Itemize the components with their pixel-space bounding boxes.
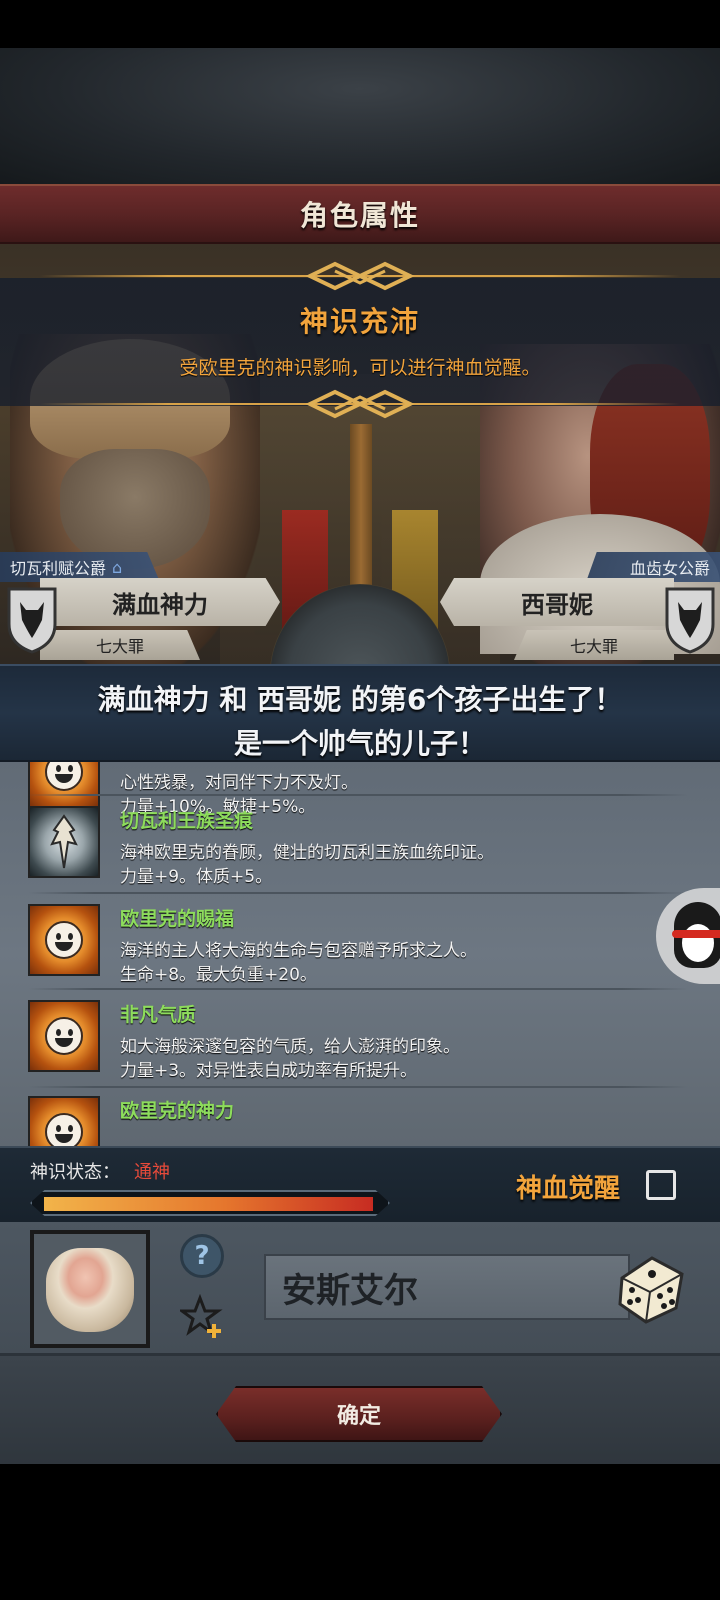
trait-description: 如大海般深邃包容的气质，给人澎湃的印象。 — [120, 1037, 460, 1057]
trait-description: 心性残暴，对同伴下力不及灯。 — [120, 773, 358, 793]
birth-message-line2: 是一个帅气的儿子！ — [233, 727, 486, 760]
child-portrait-frame — [30, 1230, 150, 1348]
father-house: 七大罪 — [95, 637, 144, 656]
house-icon: ⌂ — [112, 557, 123, 577]
trait-stats: 生命+8。最大负重+20。 — [120, 965, 317, 985]
trait-item[interactable]: 欧里克的赐福 海洋的主人将大海的生命与包容赠予所求之人。 生命+8。最大负重+2… — [28, 896, 688, 992]
ornament-bottom — [0, 384, 720, 424]
knot-ornament-icon — [305, 261, 415, 291]
sun-face-icon — [28, 1096, 100, 1146]
trait-stats: 力量+3。对异性表白成功率有所提升。 — [120, 1061, 418, 1081]
trait-item[interactable]: 切瓦利王族圣痕 海神欧里克的眷顾，健壮的切瓦利王族血统印证。 力量+9。体质+5… — [28, 798, 688, 894]
baby-portrait — [46, 1248, 134, 1332]
divine-status-label: 神识状态： — [30, 1162, 120, 1183]
father-name: 满血神力 — [112, 590, 208, 619]
status-bar — [0, 0, 720, 48]
event-title: 神识充沛 — [299, 305, 420, 338]
birth-message-line1: 满血神力 和 西哥妮 的第6个孩子出生了！ — [97, 683, 623, 716]
royal-mark-icon — [28, 806, 100, 878]
trait-name: 非凡气质 — [120, 1004, 197, 1026]
divine-status-value: 通神 — [134, 1162, 170, 1183]
trait-list[interactable]: 心性残暴，对同伴下力不及灯。 力量+10%。敏捷+5%。 切瓦利王族圣痕 海神欧… — [0, 762, 720, 1146]
penguin-scarf — [672, 930, 720, 938]
ornament-top — [0, 256, 720, 296]
star-plus-icon[interactable] — [180, 1294, 226, 1340]
wolf-crest-icon — [7, 587, 57, 654]
random-name-dice-icon[interactable] — [614, 1252, 688, 1326]
knot-ornament-icon — [305, 389, 415, 419]
divine-status-panel: 神识状态： 通神 神血觉醒 — [0, 1146, 720, 1222]
awaken-checkbox[interactable] — [646, 1170, 676, 1200]
bottom-area: 确定 — [0, 1356, 720, 1464]
divine-progress-fill — [44, 1197, 373, 1211]
trait-name: 欧里克的赐福 — [120, 908, 235, 930]
divine-progress-bar — [30, 1190, 390, 1216]
background-top — [0, 48, 720, 184]
mother-name: 西哥妮 — [521, 590, 593, 619]
sun-face-icon — [28, 904, 100, 976]
wolf-crest-icon — [665, 587, 715, 654]
father-house-plate: 七大罪 — [40, 630, 200, 660]
sun-face-icon — [28, 1000, 100, 1072]
mother-house-plate: 七大罪 — [514, 630, 674, 660]
father-name-plate: 满血神力 — [40, 578, 280, 626]
mother-name-plate: 西哥妮 — [440, 578, 674, 626]
divider — [28, 892, 688, 894]
divider — [28, 988, 688, 990]
child-panel: ? 安斯艾尔 — [0, 1222, 720, 1356]
mother-house: 七大罪 — [569, 637, 618, 656]
awaken-label: 神血觉醒 — [516, 1174, 621, 1204]
child-name-input[interactable]: 安斯艾尔 — [264, 1254, 630, 1320]
mother-title-badge: 血齿女公爵 — [586, 552, 720, 582]
mother-title: 血齿女公爵 — [629, 559, 710, 578]
father-title-badge: 切瓦利赋公爵 ⌂ — [0, 552, 160, 582]
trait-description: 海洋的主人将大海的生命与包容赠予所求之人。 — [120, 941, 477, 961]
trait-item[interactable]: 欧里克的神力 — [28, 1088, 688, 1146]
divider — [28, 794, 688, 796]
confirm-button[interactable]: 确定 — [216, 1386, 502, 1442]
trait-item[interactable]: 非凡气质 如大海般深邃包容的气质，给人澎湃的印象。 力量+3。对异性表白成功率有… — [28, 992, 688, 1088]
birth-message-banner: 满血神力 和 西哥妮 的第6个孩子出生了！ 是一个帅气的儿子！ — [0, 664, 720, 762]
page-title: 角色属性 — [299, 199, 420, 232]
trait-stats: 力量+9。体质+5。 — [120, 867, 273, 887]
event-description: 受欧里克的神识影响，可以进行神血觉醒。 — [179, 357, 541, 379]
trait-name: 切瓦利王族圣痕 — [120, 810, 254, 832]
trait-description: 海神欧里克的眷顾，健壮的切瓦利王族血统印证。 — [120, 843, 494, 863]
bottom-black-area — [0, 1464, 720, 1600]
father-title: 切瓦利赋公爵 — [10, 559, 107, 578]
trait-name: 欧里克的神力 — [120, 1100, 235, 1122]
help-icon[interactable]: ? — [180, 1234, 224, 1278]
title-bar: 角色属性 — [0, 184, 720, 244]
father-beard — [60, 449, 210, 569]
